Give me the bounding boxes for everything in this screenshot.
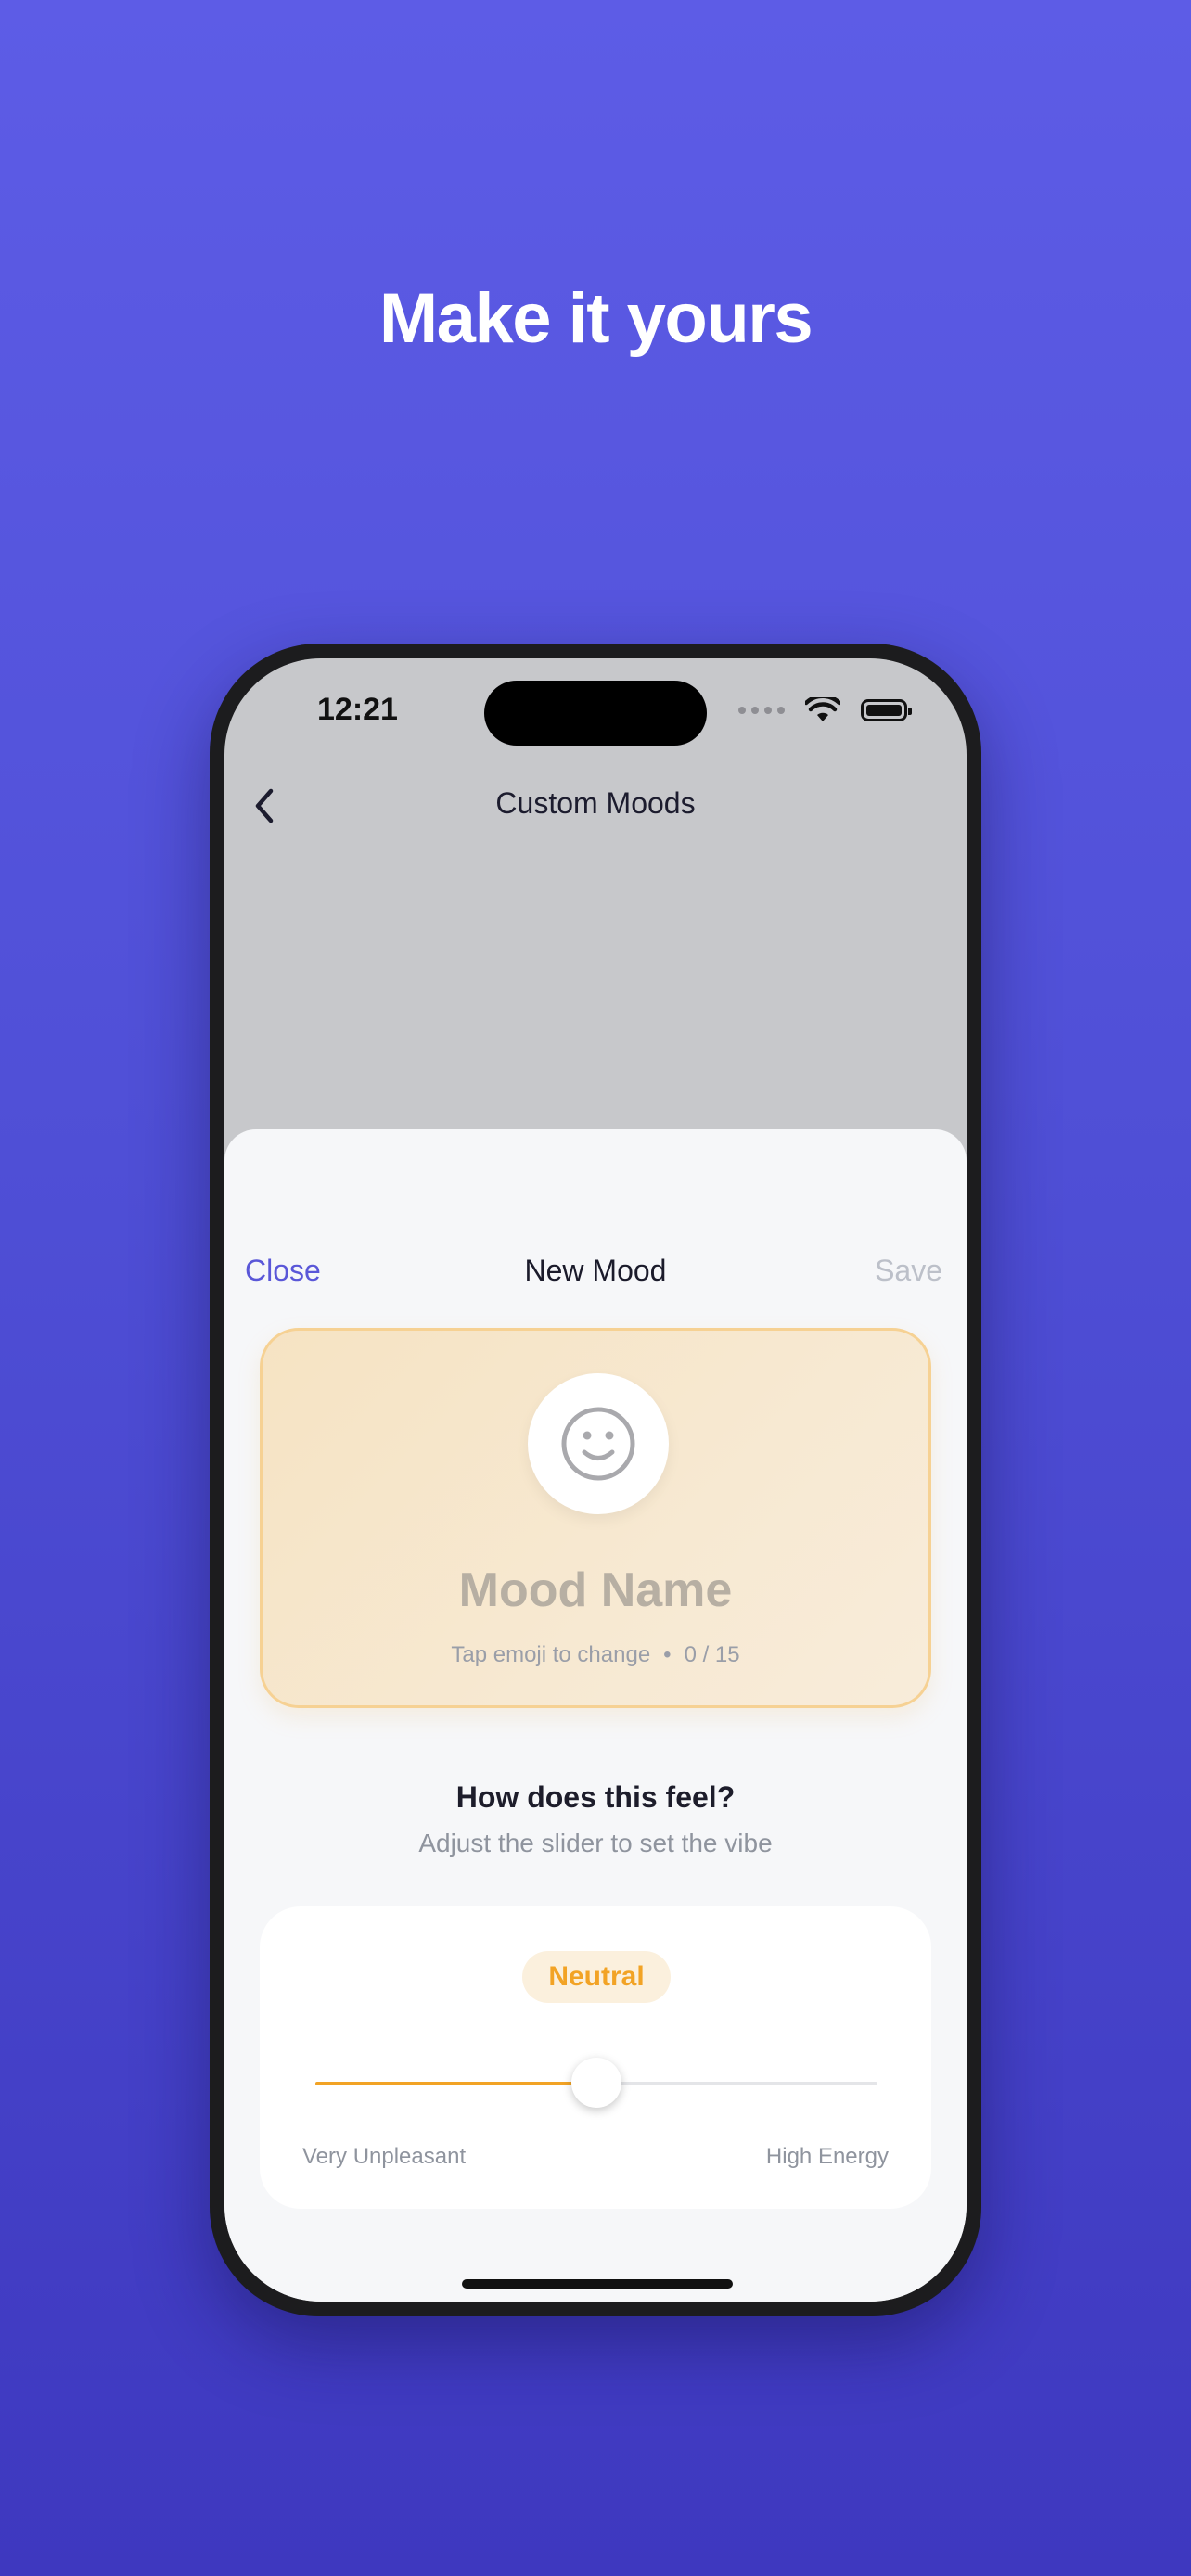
question-subtitle: Adjust the slider to set the vibe — [418, 1829, 773, 1857]
wifi-icon — [805, 697, 840, 721]
hint-text: Tap emoji to change — [451, 1642, 651, 1667]
slider-max-label: High Energy — [765, 2144, 889, 2169]
mood-slider-card: Neutral Very Unpleasant High Energy — [260, 1906, 931, 2209]
slider-fill — [315, 2082, 596, 2085]
question-title: How does this feel? — [455, 1780, 736, 1814]
slider-thumb[interactable] — [571, 2058, 621, 2108]
smiley-face-icon — [561, 1407, 635, 1481]
dynamic-island — [484, 681, 707, 746]
mood-preview-card: Mood Name Tap emoji to change • 0 / 15 — [260, 1328, 931, 1708]
sheet-title: New Mood — [524, 1254, 667, 1287]
emoji-picker-button[interactable] — [528, 1373, 669, 1514]
status-indicators — [738, 697, 912, 723]
new-mood-sheet: Close New Mood Save Mood Name Tap emoji … — [224, 1129, 967, 2302]
mood-hint: Tap emoji to change • 0 / 15 — [263, 1642, 928, 1668]
mood-value-badge: Neutral — [522, 1951, 671, 2003]
char-count: 0 / 15 — [684, 1642, 740, 1667]
promo-headline: Make it yours — [378, 279, 813, 358]
nav-title: Custom Moods — [495, 786, 696, 820]
status-time: 12:21 — [317, 692, 398, 727]
phone-frame: 12:21 Custom Moods Close New Mood Save M… — [210, 644, 981, 2316]
battery-icon — [861, 699, 912, 721]
cellular-signal-icon — [738, 707, 785, 714]
phone-screen: 12:21 Custom Moods Close New Mood Save M… — [224, 658, 967, 2302]
save-button[interactable]: Save — [875, 1254, 942, 1288]
mood-name-input[interactable]: Mood Name — [263, 1562, 928, 1618]
home-indicator — [462, 2279, 733, 2289]
slider-min-label: Very Unpleasant — [302, 2144, 467, 2169]
hint-separator: • — [663, 1642, 672, 1667]
